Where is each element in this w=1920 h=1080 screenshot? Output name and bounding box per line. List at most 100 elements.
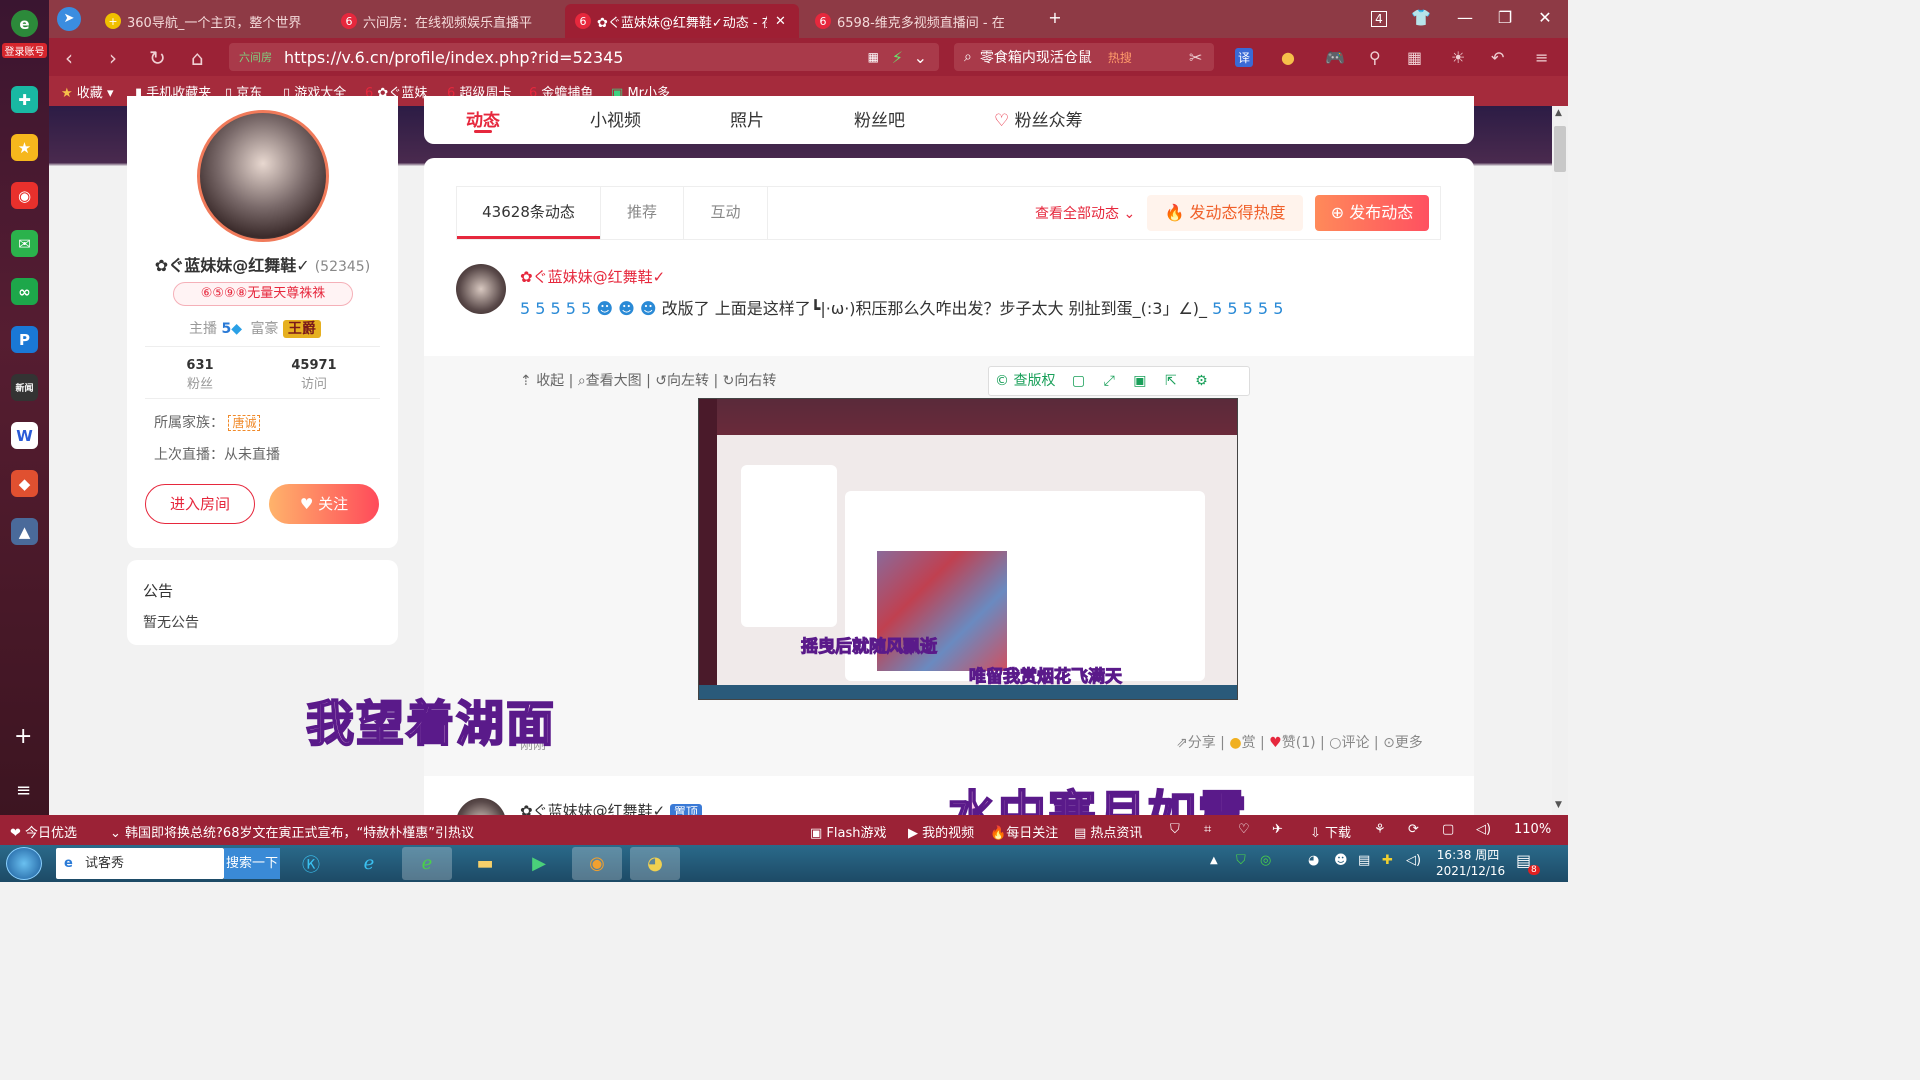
star-icon[interactable]: ★ (11, 134, 38, 161)
coin-icon[interactable]: ● (1281, 48, 1295, 67)
maximize-button[interactable]: ❐ (1495, 8, 1515, 27)
scissors-icon[interactable]: ✂ (1189, 48, 1202, 67)
share-button[interactable]: ⇗分享 (1176, 735, 1216, 751)
network-icon[interactable]: ⚘ (1374, 822, 1386, 837)
new-tab-button[interactable]: + (1045, 8, 1065, 27)
view-all-dropdown[interactable]: 查看全部动态 ⌄ (1035, 203, 1135, 223)
hot-post-button[interactable]: 🔥 发动态得热度 (1147, 195, 1303, 231)
gamepad-icon[interactable]: 🎮 (1325, 48, 1345, 67)
add-sidebar-button[interactable]: + (14, 724, 32, 749)
close-tab-icon[interactable]: ✕ (775, 14, 786, 29)
browser-logo[interactable]: e (11, 10, 38, 37)
scroll-thumb[interactable] (1554, 126, 1566, 172)
translate-icon[interactable]: 译 (1235, 48, 1254, 67)
taskbar-search-button[interactable]: 搜索一下 (224, 848, 280, 879)
weibo-icon[interactable]: ◉ (11, 182, 38, 209)
settings-icon[interactable]: ⚙ (1195, 373, 1208, 389)
nav-crowdfund[interactable]: ♡ 粉丝众筹 (994, 106, 1083, 131)
my-videos[interactable]: ▶ 我的视频 (908, 822, 974, 841)
search-field[interactable]: ⌕ 零食箱内现活仓鼠 热搜 (954, 43, 1214, 71)
qr-icon[interactable]: ▦ (868, 50, 879, 64)
avatar[interactable] (197, 110, 329, 242)
bookmark-favorites[interactable]: ★ 收藏 ▾ (61, 82, 113, 101)
follow-button[interactable]: ♥ 关注 (269, 484, 379, 524)
download-button[interactable]: ⇩ 下载 (1310, 822, 1351, 841)
like-button[interactable]: ♥赞(1) (1269, 735, 1315, 751)
more-button[interactable]: ⊙更多 (1383, 735, 1423, 751)
tab-nav-icon[interactable]: ➤ (57, 7, 81, 31)
view-large-button[interactable]: ⌕查看大图 (578, 373, 642, 389)
daily-focus[interactable]: 🔥每日关注 (990, 822, 1058, 841)
taskbar-ie-icon[interactable]: ℯ (344, 847, 394, 880)
share-icon[interactable]: ⇱ (1165, 373, 1177, 389)
taskbar-search-box[interactable]: e 试客秀 (56, 848, 224, 879)
taskbar-app-icon[interactable]: ◕ (630, 847, 680, 880)
enter-room-button[interactable]: 进入房间 (145, 484, 255, 524)
sound-icon[interactable]: ◁) (1476, 822, 1491, 837)
tray-arrow-icon[interactable]: ▲ (1210, 855, 1218, 866)
taskbar-player-icon[interactable]: ▶ (514, 847, 564, 880)
brightness-icon[interactable]: ☀ (1451, 48, 1465, 67)
nav-dynamic[interactable]: 动态 (466, 106, 500, 131)
news-icon[interactable]: 新闻 (11, 374, 38, 401)
close-window-button[interactable]: ✕ (1535, 8, 1555, 27)
tab-profile[interactable]: 6 ✿ぐ蓝妹妹@红舞鞋✓动态 - 在 ✕ (565, 4, 799, 38)
comment-button[interactable]: ○评论 (1329, 735, 1369, 751)
doc-icon[interactable]: W (11, 422, 38, 449)
tray-user-icon[interactable]: ☻ (1334, 853, 1348, 868)
copyright-button[interactable]: © 查版权 (995, 373, 1055, 389)
back-icon[interactable]: ‹ (65, 46, 73, 70)
post-avatar[interactable] (456, 264, 506, 314)
tab-all-posts[interactable]: 43628条动态 (457, 187, 600, 239)
fullscreen-icon[interactable]: ⤢ (1104, 373, 1115, 389)
scroll-down-arrow[interactable]: ▼ (1555, 800, 1562, 810)
url-field[interactable]: 六间房 https://v.6.cn/profile/index.php?rid… (229, 43, 939, 71)
login-label[interactable]: 登录账号 (2, 43, 47, 58)
refresh-icon[interactable]: ↻ (149, 46, 166, 70)
tray-plus-icon[interactable]: ✚ (1382, 853, 1393, 868)
tray-shield-icon[interactable]: ⛉ (1236, 853, 1246, 868)
tray-network-icon[interactable]: ▤ (1358, 853, 1370, 868)
window-icon[interactable]: ▢ (1442, 822, 1454, 837)
tray-volume-icon[interactable]: ◁) (1406, 853, 1421, 868)
collapse-button[interactable]: ⇡ 收起 (520, 373, 564, 389)
hot-news[interactable]: ▤ 热点资讯 (1074, 822, 1142, 841)
save-icon[interactable]: ▣ (1133, 373, 1146, 389)
post-author[interactable]: ✿ぐ蓝妹妹@红舞鞋✓ (520, 266, 665, 287)
taskbar-k-icon[interactable]: Ⓚ (286, 847, 336, 880)
rotate-left-button[interactable]: ↺向左转 (655, 373, 709, 389)
apps-icon[interactable]: ▦ (1407, 48, 1422, 67)
tab-6598[interactable]: 6 6598-维克多视频直播间 - 在 (805, 4, 1035, 38)
taskbar-360-icon[interactable]: ℯ (402, 847, 452, 880)
skin-icon[interactable]: 👕 (1411, 8, 1431, 27)
shield-icon[interactable]: ⛉ (1170, 822, 1180, 837)
tab-count-badge[interactable]: 4 (1371, 11, 1387, 27)
nav-videos[interactable]: 小视频 (590, 106, 641, 131)
reward-button[interactable]: ●赏 (1229, 735, 1255, 751)
tab-6cn-home[interactable]: 6 六间房：在线视频娱乐直播平 (331, 4, 561, 38)
tray-360-icon[interactable]: ◎ (1260, 853, 1271, 868)
p-icon[interactable]: P (11, 326, 38, 353)
post-image[interactable] (698, 398, 1238, 700)
today-picks[interactable]: ❤ 今日优选 (10, 822, 77, 841)
clock[interactable]: 16:38 周四 2021/12/16 (1436, 847, 1505, 879)
home-icon[interactable]: ⌂ (191, 46, 204, 70)
game3-icon[interactable]: ▲ (11, 518, 38, 545)
nav-photos[interactable]: 照片 (730, 106, 764, 131)
taskbar-chrome-icon[interactable]: ◉ (572, 847, 622, 880)
tab-360[interactable]: +360导航_一个主页，整个世界 (95, 4, 325, 38)
fans-stat[interactable]: 631 粉丝 (175, 358, 225, 392)
nav-fans-bar[interactable]: 粉丝吧 (854, 106, 905, 131)
plus-tool-icon[interactable]: ✚ (11, 86, 38, 113)
magnifier-icon[interactable]: ⚲ (1369, 48, 1381, 67)
sync-icon[interactable]: ⟳ (1408, 822, 1419, 837)
publish-button[interactable]: ⊕ 发布动态 (1315, 195, 1429, 231)
menu-icon[interactable]: ≡ (1535, 48, 1548, 67)
sidebar-menu-button[interactable]: ≡ (16, 780, 31, 801)
forward-icon[interactable]: › (109, 46, 117, 70)
family-value[interactable]: 唐诚 (228, 415, 261, 431)
tab-interact[interactable]: 互动 (684, 187, 768, 239)
heart-outline-icon[interactable]: ♡ (1238, 822, 1250, 837)
chart-icon[interactable]: ⌗ (1204, 822, 1211, 837)
tab-recommend[interactable]: 推荐 (600, 187, 684, 239)
